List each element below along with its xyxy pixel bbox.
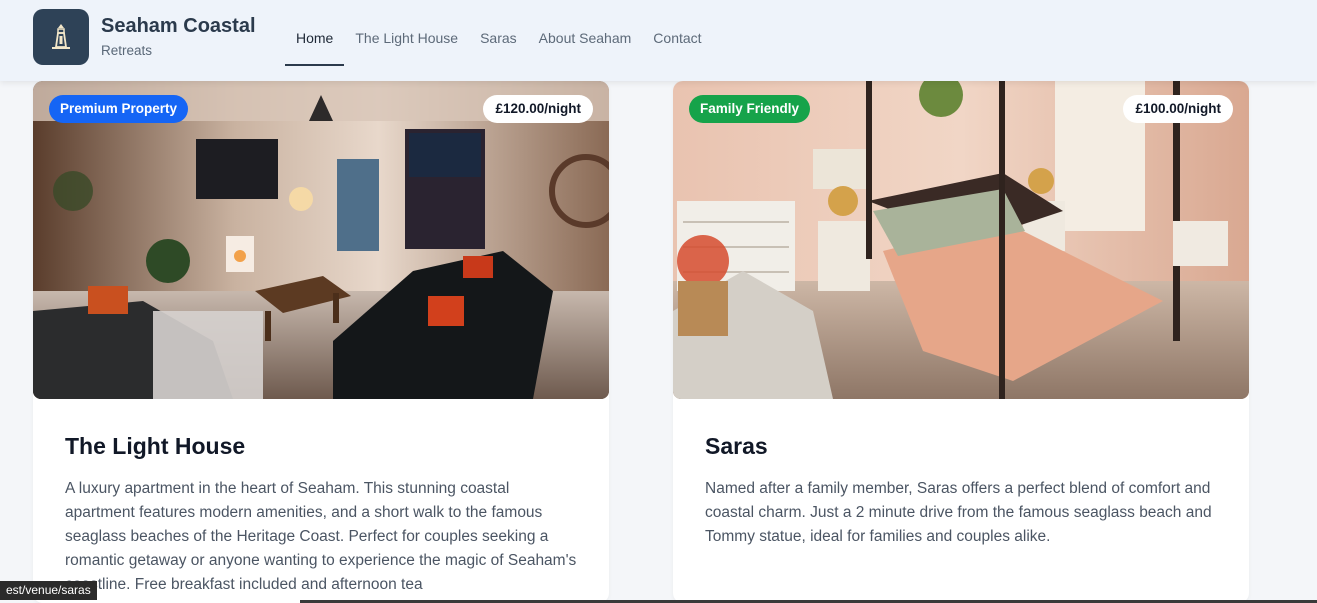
brand-title[interactable]: Seaham Coastal <box>101 15 256 38</box>
property-title[interactable]: The Light House <box>65 433 245 460</box>
property-description: A luxury apartment in the heart of Seaha… <box>65 480 577 593</box>
nav-the-light-house[interactable]: The Light House <box>344 0 469 66</box>
status-badge: Family Friendly <box>689 95 811 123</box>
property-image-light-house[interactable]: Premium Property £120.00/night <box>33 81 609 399</box>
living-room-photo <box>33 81 609 399</box>
nav-home[interactable]: Home <box>285 0 345 66</box>
nav-saras[interactable]: Saras <box>469 0 528 66</box>
property-image-saras[interactable]: Family Friendly £100.00/night <box>673 81 1249 399</box>
lighthouse-icon <box>52 24 70 49</box>
bedroom-photo <box>673 81 1249 399</box>
link-status-url: est/venue/saras <box>0 581 97 600</box>
logo[interactable] <box>33 9 89 65</box>
main-nav: Home The Light House Saras About Seaham … <box>285 0 713 81</box>
property-description: Named after a family member, Saras offer… <box>705 480 1212 545</box>
property-card-light-house[interactable]: Premium Property £120.00/night The Light… <box>33 81 609 603</box>
brand-subtitle: Retreats <box>101 43 153 58</box>
price-badge: £100.00/night <box>1123 95 1233 123</box>
property-title[interactable]: Saras <box>705 433 768 460</box>
price-badge: £120.00/night <box>483 95 593 123</box>
property-card-saras[interactable]: Family Friendly £100.00/night Saras Name… <box>673 81 1249 603</box>
nav-about-seaham[interactable]: About Seaham <box>528 0 643 66</box>
status-badge: Premium Property <box>49 95 189 123</box>
site-header: Seaham Coastal Retreats Home The Light H… <box>0 0 1317 81</box>
nav-contact[interactable]: Contact <box>642 0 712 66</box>
